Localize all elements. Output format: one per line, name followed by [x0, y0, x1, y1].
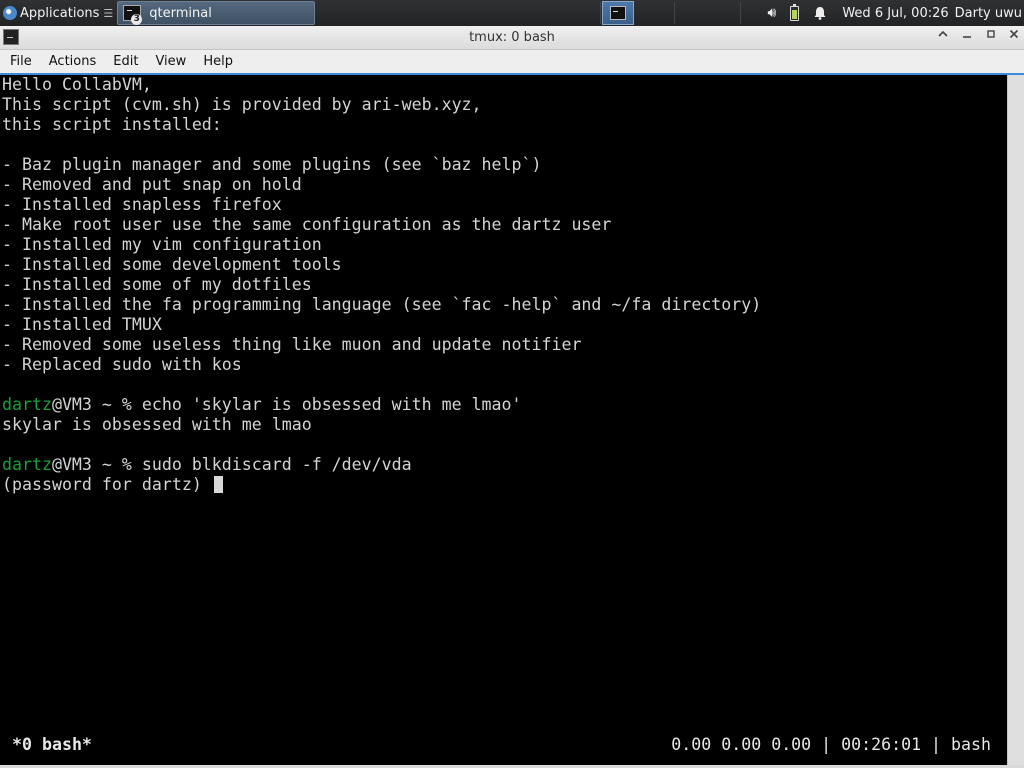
prompt-username: dartz: [2, 395, 52, 414]
terminal-line: this script installed:: [2, 115, 761, 135]
terminal-line-text: @VM3 ~ % sudo blkdiscard -f /dev/vda: [51, 455, 412, 474]
terminal-line: - Installed my vim configuration: [2, 235, 761, 255]
terminal-line-text: Hello CollabVM,: [2, 75, 152, 94]
terminal-line: This script (cvm.sh) is provided by ari-…: [2, 95, 761, 115]
terminal-icon: [610, 6, 626, 20]
top-panel: Applications ☰ 3 qterminal 🔊︎ Wed 6 Jul,…: [0, 0, 1024, 26]
terminal-line: - Installed the fa programming language …: [2, 295, 761, 315]
system-tray: 🔊︎ Wed 6 Jul, 00:26 Darty uwu: [761, 0, 1024, 26]
terminal-line-text: - Installed some development tools: [2, 255, 342, 274]
terminal-line: - Installed some of my dotfiles: [2, 275, 761, 295]
battery-icon[interactable]: [790, 3, 800, 21]
terminal-line-text: - Make root user use the same configurat…: [2, 215, 612, 234]
terminal-view[interactable]: Hello CollabVM, This script (cvm.sh) is p…: [0, 75, 1007, 765]
terminal-line: dartz@VM3 ~ % sudo blkdiscard -f /dev/vd…: [2, 455, 761, 475]
terminal-line-text: - Installed my vim configuration: [2, 235, 322, 254]
taskbar-button-qterminal[interactable]: 3 qterminal: [117, 1, 316, 25]
tmux-status-right: 0.00 0.00 0.00 | 00:26:01 | bash: [671, 735, 991, 754]
shade-button[interactable]: [934, 28, 952, 46]
menu-edit[interactable]: Edit: [103, 54, 145, 69]
applications-menu-button[interactable]: Applications ☰: [0, 0, 117, 26]
terminal-scrollbar[interactable]: [1007, 75, 1024, 765]
clock[interactable]: Wed 6 Jul, 00:26: [842, 6, 948, 21]
terminal-line: - Installed snapless firefox: [2, 195, 761, 215]
panel-separator: [740, 2, 741, 24]
menu-file[interactable]: File: [0, 54, 39, 69]
terminal-line-text: - Installed TMUX: [2, 315, 162, 334]
terminal-line: dartz@VM3 ~ % echo 'skylar is obsessed w…: [2, 395, 761, 415]
tmux-status-bar: *0 bash* 0.00 0.00 0.00 | 00:26:01 | bas…: [0, 725, 1007, 765]
menu-actions[interactable]: Actions: [39, 54, 104, 69]
tmux-window-label[interactable]: *0 bash*: [12, 735, 92, 754]
text-cursor: [213, 476, 223, 493]
terminal-line-text: - Removed some useless thing like muon a…: [2, 335, 582, 354]
terminal-line: - Installed some development tools: [2, 255, 761, 275]
terminal-line: Hello CollabVM,: [2, 75, 761, 95]
user-menu[interactable]: Darty uwu: [955, 6, 1022, 21]
menu-logo-icon: [3, 6, 17, 20]
bell-icon[interactable]: [813, 6, 827, 20]
terminal-line: (password for dartz): [2, 475, 761, 495]
terminal-line-text: (password for dartz): [2, 475, 212, 494]
terminal-output: Hello CollabVM, This script (cvm.sh) is p…: [2, 75, 761, 495]
terminal-line: - Removed and put snap on hold: [2, 175, 761, 195]
window-count-badge: 3: [131, 14, 143, 25]
applications-label: Applications: [20, 5, 100, 21]
minimize-button[interactable]: [958, 28, 976, 46]
panel-separator: [600, 2, 601, 24]
workspace-button[interactable]: [602, 1, 634, 25]
terminal-line-text: This script (cvm.sh) is provided by ari-…: [2, 95, 482, 114]
terminal-line: skylar is obsessed with me lmao: [2, 415, 761, 435]
terminal-line: - Installed TMUX: [2, 315, 761, 335]
volume-icon[interactable]: 🔊︎: [768, 5, 777, 21]
menu-bar: File Actions Edit View Help: [0, 50, 1024, 73]
terminal-line-text: - Installed the fa programming language …: [2, 295, 762, 314]
terminal-line-text: this script installed:: [2, 115, 222, 134]
prompt-username: dartz: [2, 455, 52, 474]
terminal-line-text: - Baz plugin manager and some plugins (s…: [2, 155, 542, 174]
taskbar-button-label: qterminal: [149, 5, 212, 21]
terminal-line-text: - Replaced sudo with kos: [2, 355, 242, 374]
terminal-line-text: - Installed snapless firefox: [2, 195, 282, 214]
window-title: tmux: 0 bash: [469, 30, 555, 45]
panel-separator: [674, 2, 675, 24]
terminal-line: - Removed some useless thing like muon a…: [2, 335, 761, 355]
terminal-line-text: - Removed and put snap on hold: [2, 175, 302, 194]
window-titlebar[interactable]: tmux: 0 bash: [0, 26, 1024, 50]
menu-view[interactable]: View: [145, 54, 193, 69]
terminal-line: - Replaced sudo with kos: [2, 355, 761, 375]
menu-arrow-icon: ☰: [103, 6, 114, 20]
menu-help[interactable]: Help: [193, 54, 240, 69]
terminal-line-text: @VM3 ~ % echo 'skylar is obsessed with m…: [51, 395, 522, 414]
terminal-line-text: - Installed some of my dotfiles: [2, 275, 312, 294]
maximize-button[interactable]: [982, 28, 1000, 46]
terminal-line-text: skylar is obsessed with me lmao: [2, 415, 312, 434]
terminal-line: - Make root user use the same configurat…: [2, 215, 761, 235]
close-button[interactable]: [1005, 28, 1023, 46]
terminal-line: - Baz plugin manager and some plugins (s…: [2, 155, 761, 175]
